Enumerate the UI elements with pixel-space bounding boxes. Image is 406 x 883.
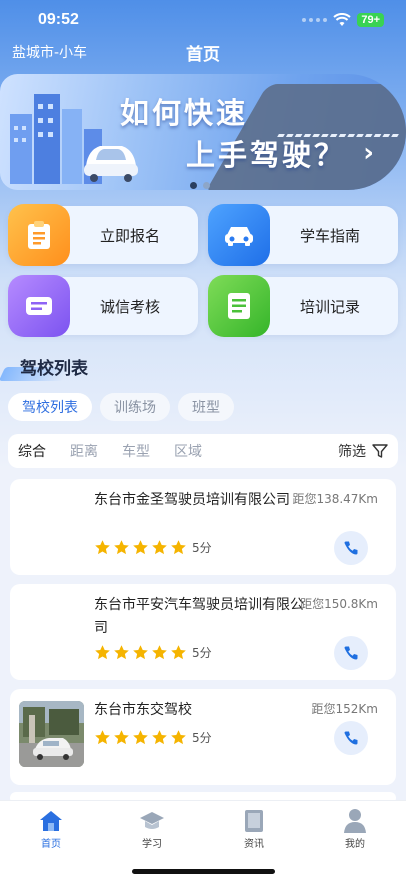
chip-class-type[interactable]: 班型 <box>178 393 234 421</box>
pager-dot <box>203 182 210 189</box>
tab-study[interactable]: 学习 <box>122 807 182 850</box>
school-name: 东台市东交驾校 <box>94 702 192 718</box>
quick-action-label: 学车指南 <box>300 227 361 245</box>
star-icon <box>152 730 167 745</box>
school-photo <box>19 701 84 767</box>
quick-action-register[interactable]: 立即报名 <box>8 204 198 266</box>
chevron-right-icon: › <box>363 138 374 168</box>
quick-action-guide[interactable]: 学车指南 <box>208 204 398 266</box>
battery-icon: 79+ <box>357 13 384 27</box>
document-icon <box>208 275 270 337</box>
school-name: 东台市金圣驾驶员培训有限公司 <box>94 492 290 508</box>
section-title: 驾校列表 <box>20 359 88 379</box>
filter-car-type[interactable]: 车型 <box>122 441 150 461</box>
status-icons: 79+ <box>302 13 384 27</box>
rating-score: 5分 <box>192 646 212 660</box>
star-icon <box>95 540 110 555</box>
funnel-icon <box>372 444 388 458</box>
home-indicator <box>132 869 275 874</box>
graduation-cap-icon <box>122 807 182 835</box>
rating-stars: 5分 <box>94 539 212 556</box>
filter-distance[interactable]: 距离 <box>70 441 98 461</box>
star-icon <box>152 540 167 555</box>
call-button[interactable] <box>334 531 368 565</box>
star-icon <box>152 645 167 660</box>
quick-action-label: 培训记录 <box>300 298 361 316</box>
promo-banner[interactable]: 如何快速 上手驾驶？ › <box>0 74 406 190</box>
star-icon <box>171 645 186 660</box>
tab-home[interactable]: 首页 <box>21 807 81 850</box>
rating-score: 5分 <box>192 731 212 745</box>
car-icon <box>208 204 270 266</box>
school-name: 东台市平安汽车驾驶员培训有限公司 <box>94 597 304 636</box>
wifi-icon <box>333 13 351 26</box>
call-button[interactable] <box>334 636 368 670</box>
rating-stars: 5分 <box>94 644 212 661</box>
star-icon <box>133 540 148 555</box>
school-distance: 距您150.8Km <box>300 597 378 611</box>
tab-label: 学习 <box>142 839 162 850</box>
tab-label: 我的 <box>345 839 365 850</box>
pager-dot-active <box>190 182 197 189</box>
ticket-icon <box>8 275 70 337</box>
screen-filter-label: 筛选 <box>338 444 366 460</box>
tab-news[interactable]: 资讯 <box>224 807 284 850</box>
chip-training-ground[interactable]: 训练场 <box>100 393 170 421</box>
screen-filter-button[interactable]: 筛选 <box>338 441 388 461</box>
star-icon <box>133 730 148 745</box>
user-icon <box>325 807 385 835</box>
phone-icon <box>344 541 358 555</box>
banner-headline-2: 上手驾驶？ <box>186 138 347 172</box>
phone-icon <box>344 731 358 745</box>
signal-icon <box>302 18 328 22</box>
quick-action-integrity[interactable]: 诚信考核 <box>8 275 198 337</box>
filter-region[interactable]: 区域 <box>174 441 202 461</box>
school-card[interactable]: 东台市金圣驾驶员培训有限公司 距您138.47Km 5分 <box>10 479 396 575</box>
car-illustration <box>84 146 138 182</box>
school-distance: 距您152Km <box>311 702 378 716</box>
banner-pager <box>190 182 210 189</box>
nav-bar: 盐城市-小车 首页 <box>0 38 406 66</box>
call-button[interactable] <box>334 721 368 755</box>
clipboard-icon <box>8 204 70 266</box>
school-card[interactable]: 东台市东交驾校 距您152Km 5分 <box>10 689 396 785</box>
list-type-chips: 驾校列表 训练场 班型 <box>8 393 234 421</box>
page-title: 首页 <box>186 45 220 65</box>
star-icon <box>171 540 186 555</box>
filter-comprehensive[interactable]: 综合 <box>18 441 46 461</box>
status-bar: 09:52 79+ <box>0 0 406 40</box>
star-icon <box>114 645 129 660</box>
star-icon <box>114 730 129 745</box>
home-icon <box>21 807 81 835</box>
rating-stars: 5分 <box>94 729 212 746</box>
banner-headline-1: 如何快速 <box>120 96 249 130</box>
tab-label: 首页 <box>41 839 61 850</box>
star-icon <box>171 730 186 745</box>
quick-action-label: 立即报名 <box>100 227 161 245</box>
quick-action-label: 诚信考核 <box>100 298 161 316</box>
star-icon <box>95 730 110 745</box>
chip-school-list[interactable]: 驾校列表 <box>8 393 92 421</box>
star-icon <box>95 645 110 660</box>
school-card[interactable]: 东台市平安汽车驾驶员培训有限公司 距您150.8Km 5分 <box>10 584 396 680</box>
rating-score: 5分 <box>192 541 212 555</box>
quick-action-records[interactable]: 培训记录 <box>208 275 398 337</box>
star-icon <box>114 540 129 555</box>
filter-bar: 综合 距离 车型 区域 筛选 <box>8 434 398 468</box>
book-icon <box>224 807 284 835</box>
school-distance: 距您138.47Km <box>292 492 378 506</box>
tab-label: 资讯 <box>244 839 264 850</box>
phone-icon <box>344 646 358 660</box>
status-time: 09:52 <box>38 11 79 28</box>
star-icon <box>133 645 148 660</box>
tab-mine[interactable]: 我的 <box>325 807 385 850</box>
